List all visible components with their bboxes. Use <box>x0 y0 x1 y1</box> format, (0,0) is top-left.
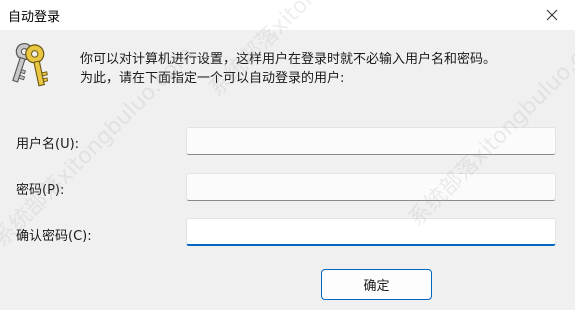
auto-login-dialog: 自动登录 你可以对计算机进行设置，这样用户在登录时就不必输入用户名和密码。 为此… <box>0 0 575 310</box>
keys-icon <box>9 40 53 90</box>
username-input[interactable] <box>186 127 556 155</box>
title-bar: 自动登录 <box>0 0 575 30</box>
close-icon <box>546 9 558 21</box>
description-line-1: 你可以对计算机进行设置，这样用户在登录时就不必输入用户名和密码。 <box>80 52 497 67</box>
username-label: 用户名(U): <box>16 137 80 152</box>
password-label: 密码(P): <box>16 183 65 198</box>
description-line-2: 为此，请在下面指定一个可以自动登录的用户: <box>80 71 345 86</box>
password-input[interactable] <box>186 173 556 201</box>
confirm-password-label: 确认密码(C): <box>16 229 92 244</box>
close-button[interactable] <box>529 0 575 30</box>
ok-button[interactable]: 确定 <box>321 269 432 300</box>
description: 你可以对计算机进行设置，这样用户在登录时就不必输入用户名和密码。 为此，请在下面… <box>80 50 570 88</box>
confirm-password-input[interactable] <box>186 218 556 246</box>
window-title: 自动登录 <box>8 10 61 25</box>
